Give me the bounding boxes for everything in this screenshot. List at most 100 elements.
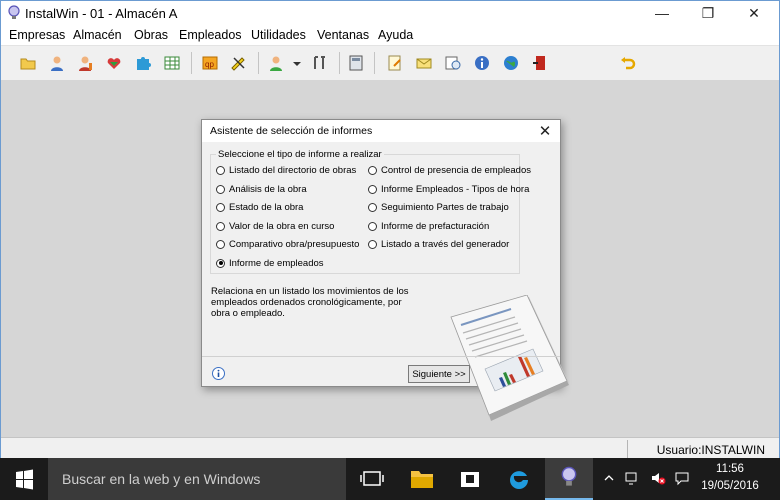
radio-button-selected[interactable] bbox=[216, 258, 225, 268]
clock-calendar-icon[interactable] bbox=[444, 54, 462, 72]
menu-ventanas[interactable]: Ventanas bbox=[317, 28, 369, 42]
radio-estado-obra[interactable]: Estado de la obra bbox=[216, 200, 303, 214]
report-wizard-dialog: Asistente de selección de informes ✕ Sel… bbox=[201, 119, 569, 421]
dialog-close-button[interactable]: ✕ bbox=[536, 122, 554, 140]
tools-icon[interactable] bbox=[311, 54, 329, 72]
radio-label: Estado de la obra bbox=[229, 201, 304, 213]
calculator-icon[interactable] bbox=[347, 54, 365, 72]
dialog-title: Asistente de selección de informes bbox=[210, 125, 373, 137]
maximize-button[interactable]: ❐ bbox=[685, 1, 731, 25]
menu-obras[interactable]: Obras bbox=[134, 28, 168, 42]
group-label: Seleccione el tipo de informe a realizar bbox=[216, 149, 384, 160]
exit-door-icon[interactable] bbox=[531, 54, 549, 72]
taskbar-search-box[interactable]: Buscar en la web y en Windows bbox=[48, 458, 346, 500]
clock-time[interactable]: 11:56 bbox=[706, 463, 754, 475]
green-user-icon[interactable] bbox=[267, 54, 285, 72]
store-icon[interactable] bbox=[446, 458, 494, 500]
menu-ayuda[interactable]: Ayuda bbox=[378, 28, 413, 42]
radio-analisis-obra[interactable]: Análisis de la obra bbox=[216, 182, 307, 196]
radio-generador[interactable]: Listado a través del generador bbox=[368, 237, 509, 251]
search-placeholder: Buscar en la web y en Windows bbox=[62, 471, 261, 487]
toolbar-separator bbox=[374, 52, 375, 74]
windows-start-icon[interactable] bbox=[0, 458, 48, 500]
open-folder-icon[interactable] bbox=[19, 54, 37, 72]
radio-button[interactable] bbox=[368, 221, 377, 231]
status-user: Usuario:INSTALWIN bbox=[656, 443, 765, 457]
task-view-icon[interactable] bbox=[348, 458, 396, 500]
radio-label: Listado a través del generador bbox=[381, 238, 510, 250]
radio-label: Control de presencia de empleados bbox=[381, 164, 531, 176]
menu-utilidades[interactable]: Utilidades bbox=[251, 28, 306, 42]
globe-icon[interactable] bbox=[502, 54, 520, 72]
radio-label: Listado del directorio de obras bbox=[229, 164, 357, 176]
dropdown-arrow-icon[interactable] bbox=[291, 54, 303, 72]
radio-tipos-hora[interactable]: Informe Empleados - Tipos de hora bbox=[368, 182, 529, 196]
notepad-edit-icon[interactable] bbox=[386, 54, 404, 72]
dialog-footer-divider bbox=[202, 356, 560, 357]
instalwin-taskbar-icon[interactable] bbox=[545, 458, 593, 500]
title-bar[interactable]: InstalWin - 01 - Almacén A — ❐ ✕ bbox=[1, 1, 779, 25]
dialog-title-bar[interactable]: Asistente de selección de informes ✕ bbox=[202, 120, 560, 142]
radio-control-presencia[interactable]: Control de presencia de empleados bbox=[368, 163, 531, 177]
hearts-icon[interactable] bbox=[105, 54, 123, 72]
file-explorer-icon[interactable] bbox=[398, 458, 446, 500]
qp-report-icon[interactable]: qp bbox=[201, 54, 219, 72]
app-lightbulb-icon bbox=[8, 5, 20, 19]
info-icon[interactable] bbox=[473, 54, 491, 72]
status-bar: Usuario:INSTALWIN bbox=[1, 437, 779, 460]
window-title: InstalWin - 01 - Almacén A bbox=[25, 6, 178, 21]
menu-almacen[interactable]: Almacén bbox=[73, 28, 122, 42]
puzzle-icon[interactable] bbox=[134, 54, 152, 72]
radio-valor-obra[interactable]: Valor de la obra en curso bbox=[216, 219, 334, 233]
menu-bar: Empresas Almacén Obras Empleados Utilida… bbox=[1, 25, 779, 45]
radio-label: Análisis de la obra bbox=[229, 183, 307, 195]
radio-button[interactable] bbox=[216, 221, 225, 231]
menu-empleados[interactable]: Empleados bbox=[179, 28, 242, 42]
envelope-icon[interactable] bbox=[415, 54, 433, 72]
svg-text:qp: qp bbox=[205, 60, 214, 69]
toolbar: qp bbox=[1, 45, 779, 81]
edge-browser-icon[interactable] bbox=[494, 458, 542, 500]
radio-button[interactable] bbox=[368, 202, 377, 212]
user-icon[interactable] bbox=[48, 54, 66, 72]
network-icon[interactable] bbox=[624, 470, 640, 486]
close-button[interactable]: ✕ bbox=[731, 1, 777, 25]
menu-empresas[interactable]: Empresas bbox=[9, 28, 65, 42]
next-button[interactable]: Siguiente >> bbox=[408, 365, 470, 383]
radio-button[interactable] bbox=[368, 184, 377, 194]
radio-button[interactable] bbox=[216, 202, 225, 212]
radio-informe-empleados[interactable]: Informe de empleados bbox=[216, 256, 324, 270]
table-icon[interactable] bbox=[163, 54, 181, 72]
radio-comparativo[interactable]: Comparativo obra/presupuesto bbox=[216, 237, 359, 251]
pencil-ruler-icon[interactable] bbox=[230, 54, 248, 72]
radio-label: Valor de la obra en curso bbox=[229, 220, 335, 232]
report-book-illustration bbox=[450, 295, 569, 421]
toolbar-separator bbox=[258, 52, 259, 74]
minimize-button[interactable]: — bbox=[639, 1, 685, 25]
radio-listado-directorio[interactable]: Listado del directorio de obras bbox=[216, 163, 356, 177]
radio-button[interactable] bbox=[368, 165, 377, 175]
radio-prefacturacion[interactable]: Informe de prefacturación bbox=[368, 219, 489, 233]
report-description: Relaciona en un listado los movimientos … bbox=[211, 286, 409, 319]
radio-label: Informe Empleados - Tipos de hora bbox=[381, 183, 530, 195]
user-edit-icon[interactable] bbox=[77, 54, 95, 72]
radio-label: Informe de prefacturación bbox=[381, 220, 490, 232]
notification-icon[interactable] bbox=[674, 470, 690, 486]
tray-chevron-up-icon[interactable] bbox=[603, 470, 615, 486]
volume-muted-icon[interactable] bbox=[650, 470, 666, 486]
radio-partes-trabajo[interactable]: Seguimiento Partes de trabajo bbox=[368, 200, 509, 214]
clock-date[interactable]: 19/05/2016 bbox=[700, 480, 760, 492]
status-divider bbox=[627, 440, 628, 458]
radio-button[interactable] bbox=[216, 239, 225, 249]
info-icon[interactable] bbox=[212, 367, 225, 380]
radio-button[interactable] bbox=[216, 165, 225, 175]
taskbar: Buscar en la web y en Windows 11:56 19/0… bbox=[0, 458, 780, 500]
undo-arrow-icon[interactable] bbox=[619, 54, 637, 72]
radio-label: Comparativo obra/presupuesto bbox=[229, 238, 360, 250]
radio-button[interactable] bbox=[368, 239, 377, 249]
toolbar-separator bbox=[339, 52, 340, 74]
radio-label: Informe de empleados bbox=[229, 257, 324, 269]
radio-label: Seguimiento Partes de trabajo bbox=[381, 201, 509, 213]
toolbar-separator bbox=[191, 52, 192, 74]
radio-button[interactable] bbox=[216, 184, 225, 194]
